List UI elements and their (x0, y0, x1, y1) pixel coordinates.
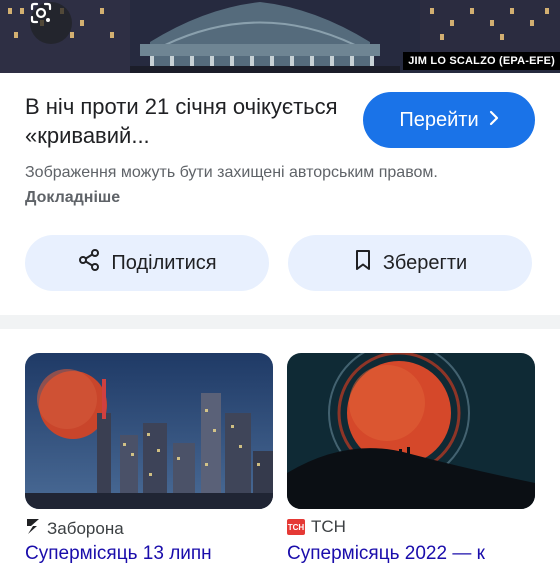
share-button-label: Поділитися (111, 251, 217, 274)
related-source-1[interactable]: Заборона (25, 517, 124, 540)
tsn-logo-icon: ТСН (287, 519, 305, 535)
related-source-2[interactable]: ТСН TCH (287, 517, 346, 537)
learn-more-link[interactable]: Докладніше (25, 189, 120, 206)
related-image-2[interactable] (287, 353, 535, 509)
visit-button[interactable]: Перейти (363, 92, 535, 148)
result-title[interactable]: В ніч проти 21 січня очікується «кривави… (25, 92, 345, 150)
chevron-right-icon (489, 109, 499, 132)
hero-image[interactable]: JIM LO SCALZO (EPA-EFE) (0, 0, 560, 73)
blood-moon-photo (287, 353, 535, 509)
related-caption-2[interactable]: Супермісяць 2022 — к (287, 543, 537, 565)
related-caption-1[interactable]: Супермісяць 13 липн (25, 543, 275, 565)
share-icon (77, 248, 101, 278)
save-button-label: Зберегти (382, 251, 468, 274)
visit-button-label: Перейти (399, 108, 479, 131)
copyright-text: Зображення можуть бути захищені авторськ… (25, 164, 438, 181)
related-source-name: Заборона (47, 518, 124, 538)
copyright-notice: Зображення можуть бути захищені авторськ… (25, 160, 465, 210)
share-button[interactable]: Поділитися (25, 235, 269, 291)
photo-credit: JIM LO SCALZO (EPA-EFE) (403, 52, 560, 70)
related-image-1[interactable] (25, 353, 273, 509)
city-supermoon-photo (25, 353, 273, 509)
related-source-name: TCH (311, 517, 346, 536)
section-divider (0, 315, 560, 329)
bookmark-icon (353, 248, 373, 278)
zaborona-logo-icon (25, 517, 41, 540)
save-button[interactable]: Зберегти (288, 235, 532, 291)
google-lens-button[interactable] (30, 2, 72, 44)
